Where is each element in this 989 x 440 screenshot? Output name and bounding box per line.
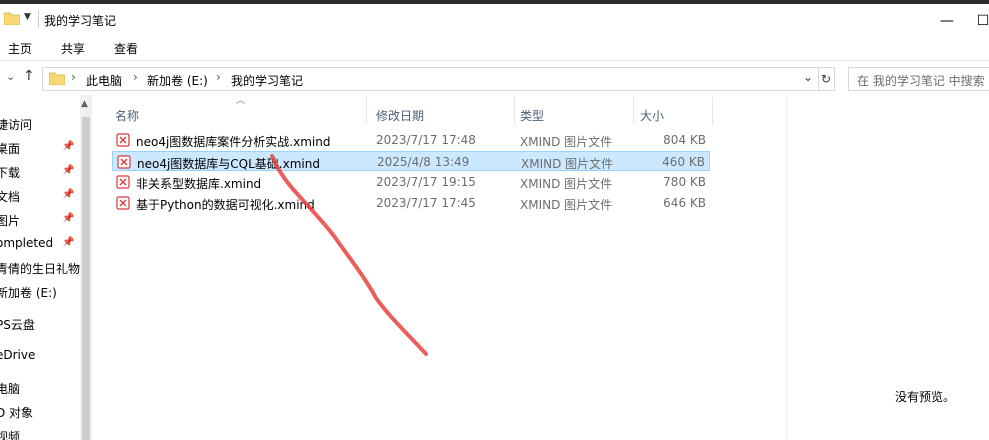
up-arrow-icon[interactable]: ↑ xyxy=(23,68,35,84)
chevron-down-icon[interactable]: ⌄ xyxy=(803,70,813,84)
nav-item[interactable]: eDrive xyxy=(0,348,35,362)
address-row: ⌄ ↑ › 此电脑 › 新加卷 (E:) › 我的学习笔记 ⌄ ↻ 在 我的学习… xyxy=(0,61,989,95)
pin-icon: 📌 xyxy=(62,165,75,176)
tab-view[interactable]: 查看 xyxy=(114,40,138,57)
nav-item[interactable]: 青倩的生日礼物 xyxy=(0,260,80,277)
file-row[interactable]: 基于Python的数据可视化.xmind 2023/7/17 17:45 XMIND… xyxy=(112,193,710,213)
nav-item[interactable]: 文档 xyxy=(0,188,20,205)
title-bar: ▼ 我的学习笔记 — ☐ xyxy=(0,4,989,34)
tab-share[interactable]: 共享 xyxy=(61,40,85,57)
folder-icon xyxy=(4,12,20,25)
window-title: 我的学习笔记 xyxy=(44,14,117,28)
file-list: ︿ 名称 修改日期 类型 大小 neo4j图数据库案件分析实战.xmind 202… xyxy=(92,95,786,440)
pin-icon: 📌 xyxy=(62,213,75,224)
column-header-type[interactable]: 类型 xyxy=(520,107,544,124)
preview-pane: 没有预览。 xyxy=(786,95,989,440)
column-header-name[interactable]: 名称 xyxy=(115,107,139,124)
xmind-file-icon xyxy=(116,196,130,210)
nav-item[interactable]: PS云盘 xyxy=(0,316,35,333)
minimize-button[interactable]: — xyxy=(932,8,962,34)
breadcrumb-study-notes[interactable]: 我的学习笔记 xyxy=(231,72,303,89)
column-header-size[interactable]: 大小 xyxy=(640,107,664,124)
breadcrumb-separator-icon[interactable]: › xyxy=(71,70,76,84)
search-input[interactable]: 在 我的学习笔记 中搜索 xyxy=(848,67,989,91)
column-divider[interactable] xyxy=(366,97,367,125)
file-modified-date: 2025/4/8 13:49 xyxy=(377,155,470,169)
breadcrumb-this-pc[interactable]: 此电脑 xyxy=(86,72,122,89)
address-bar[interactable]: › 此电脑 › 新加卷 (E:) › 我的学习笔记 ⌄ xyxy=(42,67,819,91)
navigation-pane: 捷访问桌面 📌 下载 📌 文档 📌 图片 📌 ompleted 📌 青倩的生日礼物新加卷 (E:) P… xyxy=(0,95,80,440)
scroll-up-icon[interactable]: ▲ xyxy=(81,99,88,109)
file-row[interactable]: neo4j图数据库案件分析实战.xmind 2023/7/17 17:48 XMIN… xyxy=(112,130,710,150)
quick-access-dropdown-icon[interactable]: ▼ xyxy=(24,12,31,22)
breadcrumb-separator-icon[interactable]: › xyxy=(133,70,138,84)
recent-locations-icon[interactable]: ⌄ xyxy=(6,70,15,83)
xmind-file-icon xyxy=(116,175,130,189)
pin-icon: 📌 xyxy=(62,189,75,200)
file-name: 基于Python的数据可视化.xmind xyxy=(136,198,315,212)
file-row[interactable]: neo4j图数据库与CQL基础.xmind 2025/4/8 13:49 XMIND… xyxy=(112,151,710,171)
nav-item[interactable]: 图片 xyxy=(0,212,20,229)
pin-icon: 📌 xyxy=(62,237,75,248)
file-size: 780 KB xyxy=(663,175,706,189)
file-name: 非关系型数据库.xmind xyxy=(136,177,262,191)
file-modified-date: 2023/7/17 17:48 xyxy=(376,133,476,147)
file-type: XMIND 图片文件 xyxy=(520,135,613,149)
nav-item[interactable]: 下载 xyxy=(0,164,20,181)
refresh-icon: ↻ xyxy=(820,72,832,86)
tab-home[interactable]: 主页 xyxy=(8,40,32,57)
column-header-date[interactable]: 修改日期 xyxy=(376,107,424,124)
pin-icon: 📌 xyxy=(62,141,75,152)
column-divider[interactable] xyxy=(712,97,713,125)
file-modified-date: 2023/7/17 19:15 xyxy=(376,175,476,189)
file-type: XMIND 图片文件 xyxy=(521,157,614,171)
nav-scrollbar[interactable]: ▲ xyxy=(80,95,92,440)
file-modified-date: 2023/7/17 17:45 xyxy=(376,196,476,210)
title-divider xyxy=(38,10,39,28)
file-row[interactable]: 非关系型数据库.xmind 2023/7/17 19:15 XMIND 图片文件 78… xyxy=(112,172,710,192)
search-placeholder: 在 我的学习笔记 中搜索 xyxy=(857,74,985,88)
file-type: XMIND 图片文件 xyxy=(520,177,613,191)
column-divider[interactable] xyxy=(633,97,634,125)
nav-item[interactable]: 捷访问 xyxy=(0,116,32,133)
column-divider[interactable] xyxy=(514,97,515,125)
preview-message: 没有预览。 xyxy=(895,390,956,404)
refresh-button[interactable]: ↻ xyxy=(818,67,835,91)
file-size: 804 KB xyxy=(663,133,706,147)
ribbon: 主页 共享 查看 xyxy=(0,34,989,61)
scroll-thumb[interactable] xyxy=(82,117,90,440)
file-type: XMIND 图片文件 xyxy=(520,198,613,212)
nav-item[interactable]: 视频 xyxy=(0,428,20,440)
maximize-button[interactable]: ☐ xyxy=(968,8,989,34)
file-size: 646 KB xyxy=(663,196,706,210)
file-name: neo4j图数据库与CQL基础.xmind xyxy=(137,157,320,171)
nav-item[interactable]: 新加卷 (E:) xyxy=(0,284,57,301)
breadcrumb-separator-icon[interactable]: › xyxy=(216,70,221,84)
xmind-file-icon xyxy=(116,133,130,147)
nav-item[interactable]: D 对象 xyxy=(0,404,33,421)
nav-item[interactable]: ompleted xyxy=(0,236,53,250)
breadcrumb-drive-e[interactable]: 新加卷 (E:) xyxy=(147,72,208,89)
file-name: neo4j图数据库案件分析实战.xmind xyxy=(136,135,331,149)
xmind-file-icon xyxy=(117,155,131,169)
folder-icon xyxy=(49,72,65,85)
nav-item[interactable]: 桌面 xyxy=(0,140,20,157)
file-size: 460 KB xyxy=(662,155,705,169)
nav-item[interactable]: 电脑 xyxy=(0,380,20,397)
sort-ascending-icon: ︿ xyxy=(236,96,246,106)
